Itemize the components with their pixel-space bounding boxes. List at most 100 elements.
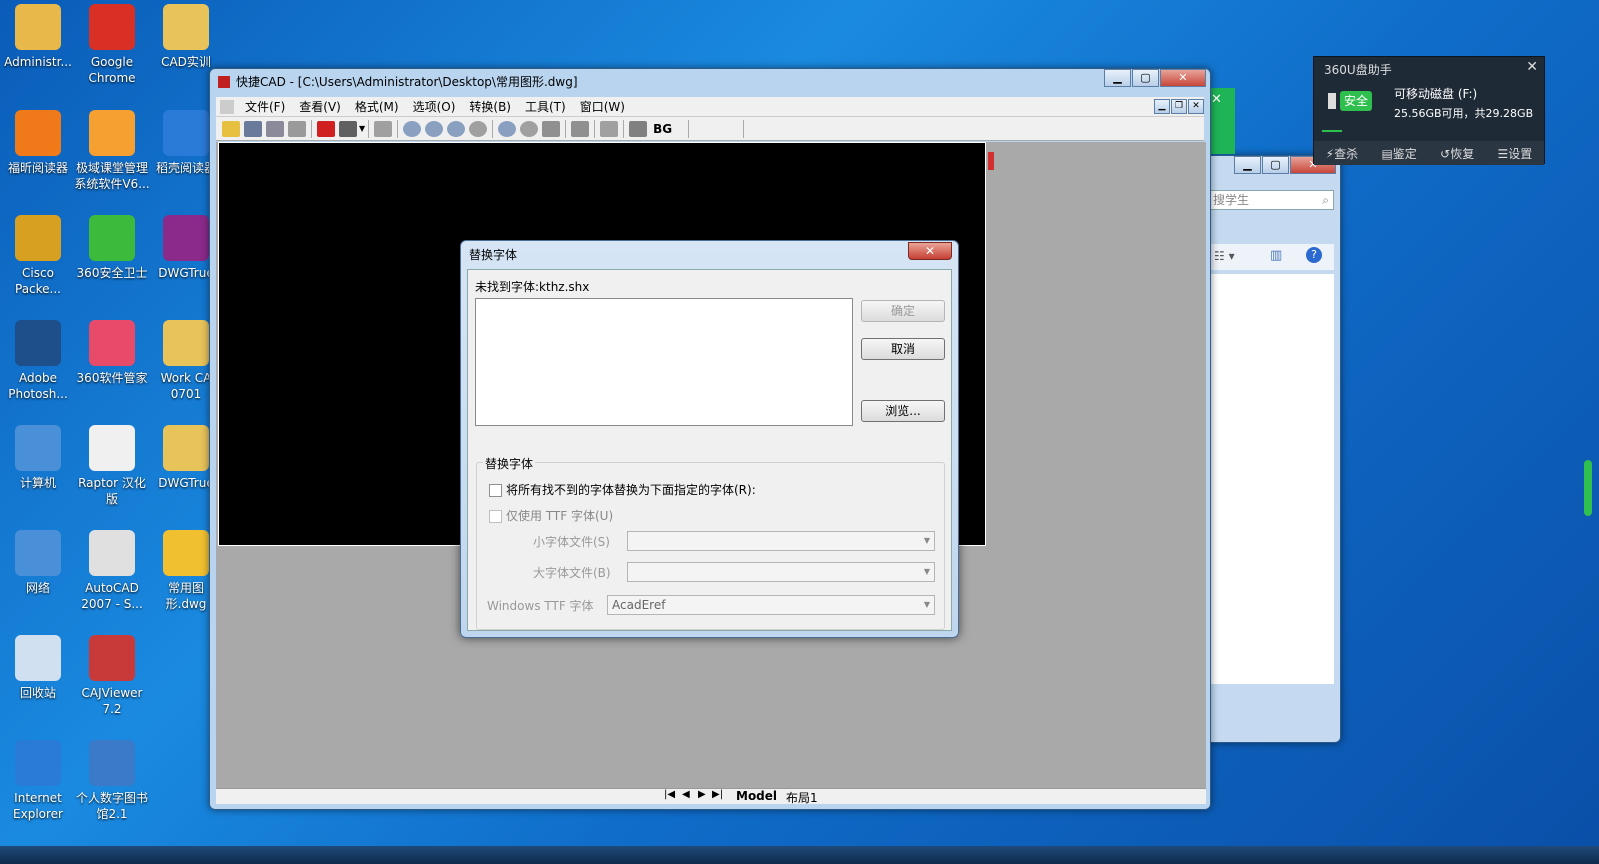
scan-button[interactable]: ⚡查杀 bbox=[1326, 145, 1358, 162]
desktop-icon[interactable]: 福昕阅读器 bbox=[0, 110, 76, 176]
desktop-icon[interactable]: Administr... bbox=[0, 4, 76, 70]
zoom-previous-icon[interactable] bbox=[520, 120, 539, 137]
desktop-icon[interactable]: 个人数字图书馆2.1 bbox=[74, 740, 150, 822]
background-color-button[interactable]: BG bbox=[653, 122, 672, 136]
fullscreen-icon[interactable] bbox=[629, 120, 648, 137]
desktop-icon[interactable]: 360软件管家 bbox=[74, 320, 150, 386]
explorer-window[interactable]: ▁ ▢ ✕ 搜学生 ⌕ ☷ ▾ ▥ ? bbox=[1205, 155, 1341, 743]
small-font-select[interactable]: ▼ bbox=[627, 531, 935, 551]
desktop-icon[interactable]: 回收站 bbox=[0, 635, 76, 701]
replace-all-check[interactable] bbox=[489, 484, 502, 497]
tab-nav-first[interactable]: |◀ bbox=[664, 789, 675, 800]
search-input[interactable]: 搜学生 ⌕ bbox=[1210, 190, 1334, 210]
tab-nav-last[interactable]: ▶| bbox=[712, 789, 723, 800]
desktop-icon[interactable]: Adobe Photosh... bbox=[0, 320, 76, 402]
cad-window-titlebar[interactable]: 快捷CAD - [C:\Users\Administrator\Desktop\… bbox=[210, 69, 1210, 95]
browse-button[interactable]: 浏览... bbox=[861, 400, 945, 422]
font-list[interactable] bbox=[475, 298, 853, 426]
close-button[interactable]: ✕ bbox=[1160, 69, 1206, 87]
scroll-handle[interactable] bbox=[1584, 460, 1592, 516]
export-icon[interactable] bbox=[288, 120, 306, 137]
desktop-icon[interactable]: Cisco Packe... bbox=[0, 215, 76, 297]
desktop-icon-label: Adobe Photosh... bbox=[8, 371, 68, 401]
desktop-icon[interactable]: 网络 bbox=[0, 530, 76, 596]
replace-font-dialog[interactable]: 替换字体 ✕ 未找到字体:kthz.shx 确定 取消 浏览... 替换字体 将… bbox=[460, 240, 959, 638]
convert-icon[interactable] bbox=[339, 120, 357, 137]
close-icon[interactable]: ✕ bbox=[1211, 92, 1222, 107]
identify-button[interactable]: ▤鉴定 bbox=[1381, 145, 1416, 162]
zoom-extents-icon[interactable] bbox=[469, 120, 488, 137]
big-font-select[interactable]: ▼ bbox=[627, 562, 935, 582]
maximize-button[interactable]: ▢ bbox=[1262, 156, 1289, 174]
replace-all-checkbox[interactable]: 将所有找不到的字体替换为下面指定的字体(R): bbox=[489, 481, 756, 498]
doc-minimize-button[interactable]: ▁ bbox=[1154, 99, 1170, 114]
desktop-icon[interactable]: AutoCAD 2007 - S... bbox=[74, 530, 150, 612]
view-options-icon[interactable]: ☷ ▾ bbox=[1214, 249, 1235, 263]
menu-tools[interactable]: 工具(T) bbox=[518, 98, 573, 115]
desktop-icon-label: 计算机 bbox=[19, 476, 56, 490]
replace-font-group: 替换字体 将所有找不到的字体替换为下面指定的字体(R): 仅使用 TTF 字体(… bbox=[476, 455, 945, 630]
tab-layout1[interactable]: 布局1 bbox=[786, 789, 818, 806]
search-icon[interactable]: ⌕ bbox=[1322, 191, 1329, 209]
missing-font-label: 未找到字体:kthz.shx bbox=[475, 280, 590, 294]
folder-icon bbox=[163, 4, 209, 50]
desktop-icon[interactable]: CAD实训 bbox=[148, 4, 224, 70]
desktop-icon[interactable]: 计算机 bbox=[0, 425, 76, 491]
menu-window[interactable]: 窗口(W) bbox=[573, 98, 632, 115]
rotate-icon[interactable] bbox=[571, 120, 590, 137]
pdf-icon[interactable] bbox=[317, 120, 335, 137]
ok-button[interactable]: 确定 bbox=[861, 300, 945, 322]
tab-nav-next[interactable]: ▶ bbox=[698, 789, 706, 800]
save-all-icon[interactable] bbox=[266, 120, 284, 137]
save-icon[interactable] bbox=[244, 120, 262, 137]
big-font-label: 大字体文件(B) bbox=[533, 566, 611, 580]
settings-button[interactable]: ☰设置 bbox=[1498, 145, 1533, 162]
menu-file[interactable]: 文件(F) bbox=[238, 98, 292, 115]
windows-ttf-select[interactable]: AcadEref ▼ bbox=[607, 595, 935, 615]
tab-nav-prev[interactable]: ◀ bbox=[682, 789, 690, 800]
desktop-icon[interactable]: Internet Explorer bbox=[0, 740, 76, 822]
open-icon[interactable] bbox=[222, 120, 240, 137]
zoom-window-icon[interactable] bbox=[447, 120, 466, 137]
ttf-only-check[interactable] bbox=[489, 510, 502, 523]
toolbar: ▼ BG bbox=[216, 117, 1204, 141]
close-icon[interactable]: ✕ bbox=[1526, 59, 1538, 75]
reader-icon bbox=[163, 110, 209, 156]
zoom-in-icon[interactable] bbox=[425, 120, 444, 137]
desktop-icon[interactable]: Raptor 汉化版 bbox=[74, 425, 150, 507]
cancel-button[interactable]: 取消 bbox=[861, 338, 945, 360]
desktop-icon-label: 回收站 bbox=[19, 686, 56, 700]
zoom-out-icon[interactable] bbox=[403, 120, 422, 137]
usb-helper-popup[interactable]: 360U盘助手 ✕ 安全 可移动磁盘 (F:) 25.56GB可用，共29.28… bbox=[1313, 56, 1545, 165]
close-button[interactable]: ✕ bbox=[908, 242, 952, 260]
usb-helper-title: 360U盘助手 bbox=[1324, 63, 1392, 77]
desktop-icon-label: 360安全卫士 bbox=[76, 266, 148, 280]
menu-view[interactable]: 查看(V) bbox=[292, 98, 348, 115]
minimize-button[interactable]: ▁ bbox=[1234, 156, 1261, 174]
pan-icon[interactable] bbox=[542, 120, 561, 137]
print-icon[interactable] bbox=[374, 120, 393, 137]
ttf-only-checkbox[interactable]: 仅使用 TTF 字体(U) bbox=[489, 507, 613, 524]
desktop-icon[interactable]: 360安全卫士 bbox=[74, 215, 150, 281]
menu-convert[interactable]: 转换(B) bbox=[462, 98, 518, 115]
dwg-file-icon bbox=[163, 530, 209, 576]
maximize-button[interactable]: ▢ bbox=[1132, 69, 1159, 87]
menu-options[interactable]: 选项(O) bbox=[406, 98, 463, 115]
desktop-icon[interactable]: Google Chrome bbox=[74, 4, 150, 86]
network-icon bbox=[15, 530, 61, 576]
menu-format[interactable]: 格式(M) bbox=[348, 98, 406, 115]
preview-pane-icon[interactable]: ▥ bbox=[1270, 248, 1282, 263]
layers-icon[interactable] bbox=[600, 120, 619, 137]
desktop-icon[interactable]: 极域课堂管理系统软件V6... bbox=[74, 110, 150, 192]
desktop-icon-label: 极域课堂管理系统软件V6... bbox=[74, 161, 150, 191]
restore-button[interactable]: ↺恢复 bbox=[1440, 145, 1474, 162]
desktop-icon-label: 福昕阅读器 bbox=[7, 161, 68, 175]
help-icon[interactable]: ? bbox=[1306, 247, 1322, 263]
doc-restore-button[interactable]: ❐ bbox=[1171, 99, 1187, 114]
chevron-down-icon[interactable]: ▼ bbox=[359, 124, 365, 133]
doc-close-button[interactable]: ✕ bbox=[1188, 99, 1204, 114]
tab-model[interactable]: Model bbox=[736, 789, 777, 803]
zoom-realtime-icon[interactable] bbox=[498, 120, 517, 137]
minimize-button[interactable]: ▁ bbox=[1104, 69, 1131, 87]
desktop-icon[interactable]: CAJViewer 7.2 bbox=[74, 635, 150, 717]
